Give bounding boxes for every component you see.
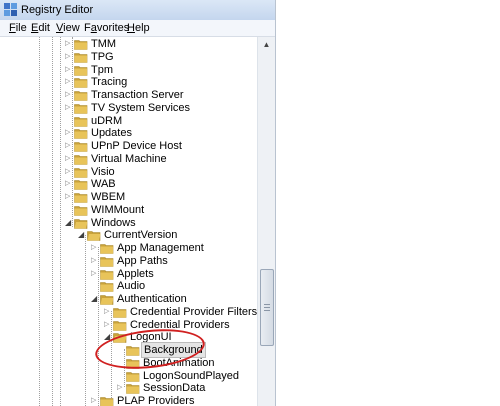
folder-icon bbox=[74, 103, 88, 114]
title-bar[interactable]: Registry Editor bbox=[0, 0, 275, 21]
folder-icon bbox=[74, 116, 88, 127]
tree-item-label: PLAP Providers bbox=[117, 395, 195, 406]
folder-icon bbox=[126, 371, 140, 382]
scroll-up-icon[interactable]: ▲ bbox=[258, 37, 275, 52]
collapse-arrow-icon[interactable]: ◢ bbox=[78, 230, 86, 240]
expand-arrow-icon[interactable]: ▷ bbox=[117, 383, 125, 393]
open-folder-icon bbox=[100, 295, 114, 305]
open-folder-icon bbox=[74, 218, 88, 229]
expand-arrow-icon[interactable]: ▷ bbox=[104, 307, 112, 317]
expand-arrow-icon[interactable]: ▷ bbox=[65, 65, 73, 75]
scroll-thumb-grip bbox=[264, 310, 270, 312]
expand-arrow-icon[interactable]: ▷ bbox=[65, 154, 73, 164]
expand-arrow-icon[interactable]: ▷ bbox=[91, 256, 99, 266]
scroll-thumb-grip bbox=[264, 307, 270, 309]
expand-arrow-icon[interactable]: ▷ bbox=[65, 52, 73, 62]
expand-arrow-icon[interactable]: ▷ bbox=[65, 128, 73, 138]
expand-arrow-icon[interactable]: ▷ bbox=[91, 243, 99, 253]
scroll-thumb[interactable] bbox=[260, 269, 274, 346]
menu-view-rest: iew bbox=[63, 22, 80, 34]
menu-help-mnemonic: H bbox=[127, 22, 135, 34]
expand-arrow-icon[interactable]: ▷ bbox=[91, 269, 99, 279]
folder-icon bbox=[126, 384, 140, 395]
tree-guide-line bbox=[39, 37, 40, 406]
expand-arrow-icon[interactable]: ▷ bbox=[65, 141, 73, 151]
folder-icon bbox=[100, 256, 114, 267]
collapse-arrow-icon[interactable]: ◢ bbox=[91, 294, 99, 304]
menu-favorites[interactable]: Favorites bbox=[84, 22, 129, 34]
folder-icon bbox=[113, 320, 127, 331]
menu-view[interactable]: View bbox=[56, 22, 80, 34]
folder-icon bbox=[74, 129, 88, 140]
folder-icon bbox=[100, 269, 114, 280]
open-folder-icon bbox=[87, 231, 101, 242]
folder-icon bbox=[74, 91, 88, 101]
expand-arrow-icon[interactable]: ▷ bbox=[65, 192, 73, 202]
folder-icon bbox=[74, 142, 88, 152]
expand-arrow-icon[interactable]: ▷ bbox=[65, 179, 73, 189]
folder-icon bbox=[100, 282, 114, 293]
menu-favorites-rest: vorites bbox=[96, 22, 130, 34]
tree-guide-line bbox=[52, 37, 53, 406]
scroll-thumb-grip bbox=[264, 304, 270, 306]
folder-icon bbox=[74, 180, 88, 191]
menu-edit[interactable]: Edit bbox=[31, 22, 50, 34]
menu-bar: File Edit View Favorites Help bbox=[0, 20, 275, 37]
folder-icon bbox=[100, 397, 114, 406]
expand-arrow-icon[interactable]: ▷ bbox=[65, 90, 73, 100]
expand-arrow-icon[interactable]: ▷ bbox=[65, 103, 73, 113]
folder-icon bbox=[74, 40, 88, 50]
expand-arrow-icon[interactable]: ▷ bbox=[91, 396, 99, 406]
collapse-arrow-icon[interactable]: ◢ bbox=[65, 218, 73, 228]
folder-icon bbox=[74, 167, 88, 178]
folder-icon bbox=[74, 154, 88, 165]
tree-vertical-scrollbar[interactable]: ▲ bbox=[257, 37, 275, 406]
expand-arrow-icon[interactable]: ▷ bbox=[65, 39, 73, 49]
menu-file-mnemonic: F bbox=[9, 22, 16, 34]
folder-icon bbox=[113, 307, 127, 318]
menu-help-rest: elp bbox=[134, 22, 150, 34]
folder-icon bbox=[74, 78, 88, 89]
registry-editor-icon bbox=[4, 3, 17, 16]
folder-icon bbox=[74, 65, 88, 76]
folder-icon bbox=[100, 244, 114, 254]
tree-guide-line bbox=[60, 37, 61, 406]
folder-icon bbox=[74, 205, 88, 216]
menu-file[interactable]: File bbox=[9, 22, 27, 34]
folder-icon bbox=[74, 193, 88, 203]
tree-item[interactable]: ▷ PLAP Providers bbox=[91, 395, 257, 406]
menu-help[interactable]: Help bbox=[127, 22, 150, 34]
menu-favorites-prefix: F bbox=[84, 22, 91, 34]
expand-arrow-icon[interactable]: ▷ bbox=[65, 77, 73, 87]
tree-guide-line bbox=[85, 235, 86, 406]
expand-arrow-icon[interactable]: ▷ bbox=[65, 167, 73, 177]
menu-edit-rest: dit bbox=[38, 22, 50, 34]
folder-icon bbox=[74, 52, 88, 63]
expand-arrow-icon[interactable]: ▷ bbox=[104, 320, 112, 330]
window-title: Registry Editor bbox=[21, 4, 94, 16]
menu-file-rest: ile bbox=[15, 22, 27, 34]
